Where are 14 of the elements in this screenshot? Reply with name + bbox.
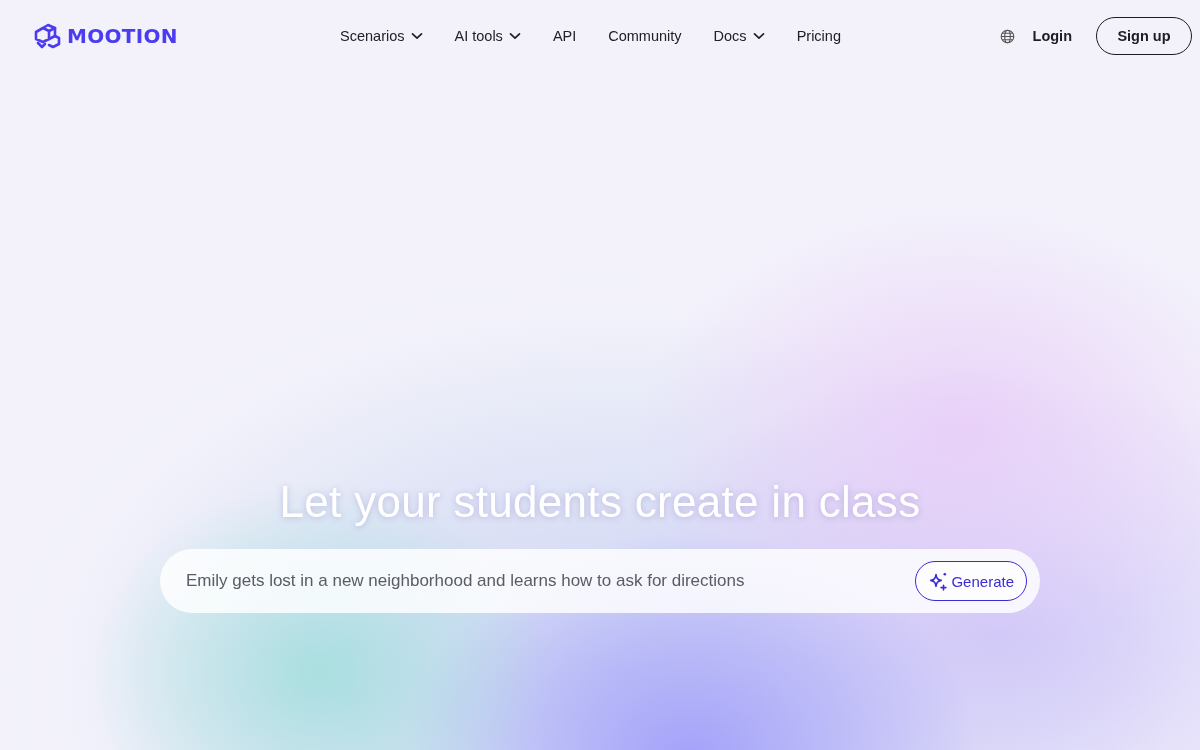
generate-button[interactable]: Generate — [915, 561, 1027, 601]
globe-icon[interactable] — [999, 28, 1015, 44]
logo-mark-icon — [33, 23, 61, 49]
nav-link[interactable]: API — [541, 22, 588, 50]
nav-link[interactable]: AI tools — [443, 22, 532, 50]
sparkle-icon — [928, 571, 949, 591]
prompt-field[interactable]: Emily gets lost in a new neighborhood and learns how to ask for directions Generate — [160, 549, 1040, 613]
nav-link[interactable]: Scenarios — [329, 22, 434, 50]
nav-link[interactable]: Community — [597, 22, 693, 50]
logo-text: MOOTION — [67, 24, 178, 48]
logo[interactable]: MOOTION — [33, 23, 178, 49]
nav-link[interactable]: Docs — [702, 22, 776, 50]
nav-link[interactable]: Pricing — [785, 22, 852, 50]
login-link[interactable]: Login — [1032, 28, 1072, 44]
